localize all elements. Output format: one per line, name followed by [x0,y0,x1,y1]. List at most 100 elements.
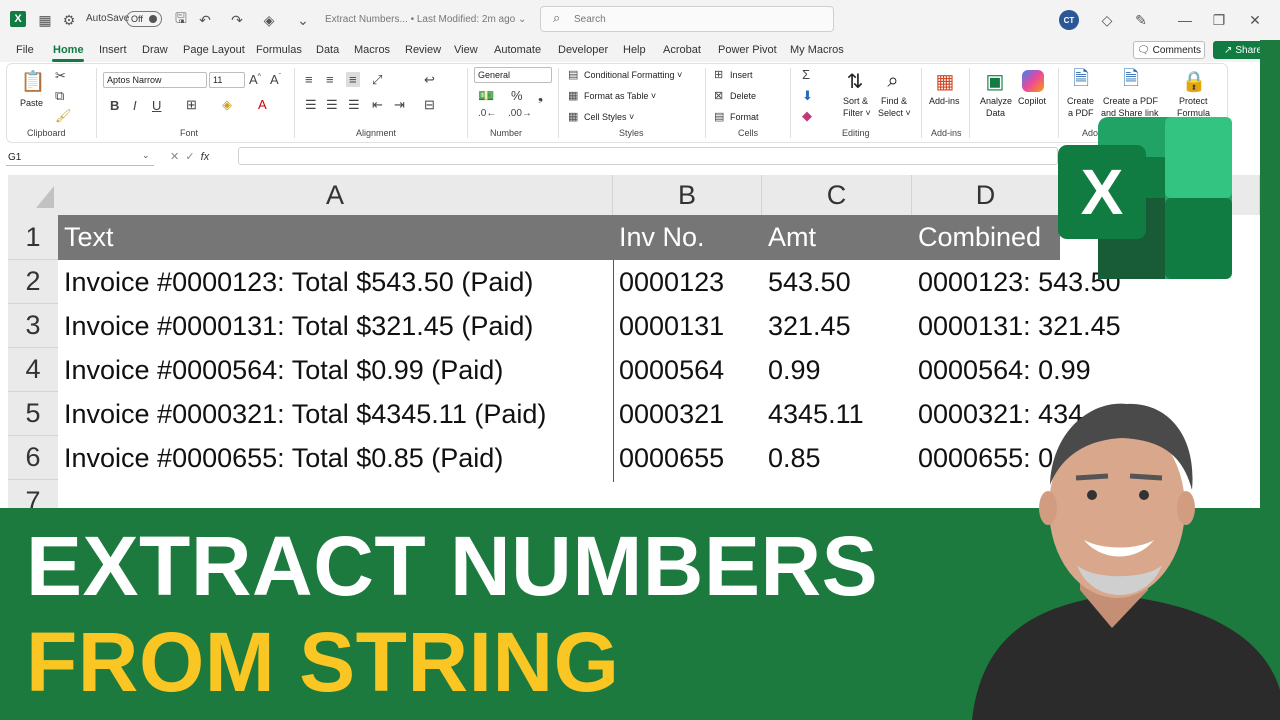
find-select-label-1[interactable]: Find & [881,96,907,106]
column-header-a[interactable]: A [58,175,613,215]
name-box[interactable]: G1 [6,149,154,166]
protect-label-1[interactable]: Protect [1179,96,1208,106]
table-cell[interactable]: 543.50 [768,260,851,304]
decrease-indent-icon[interactable]: ⇤ [372,97,383,113]
header-cell-combined[interactable]: Combined [918,215,1041,260]
sort-filter-label-1[interactable]: Sort & [843,96,868,106]
table-cell[interactable]: 0000655 [619,436,724,480]
share-link-icon[interactable]: 🗎 [1118,68,1144,94]
grid-icon[interactable]: ▦ [36,11,54,29]
orientation-icon[interactable]: ⤢ [372,72,382,88]
table-cell[interactable]: 0000564: 0.99 [918,348,1091,392]
font-color-icon[interactable]: A [258,97,267,112]
analyze-label-1[interactable]: Analyze [980,96,1012,106]
restore-icon[interactable]: ❐ [1210,11,1228,29]
conditional-formatting-button[interactable]: Conditional Formatting ˅ [584,70,682,80]
comments-button[interactable]: 🗨 Comments [1133,41,1205,59]
bold-icon[interactable]: B [110,98,119,113]
insert-button[interactable]: Insert [730,70,753,80]
increase-decimal-icon[interactable]: .0← [478,108,496,119]
font-size-select[interactable]: 11 [209,72,245,88]
tab-help[interactable]: Help [623,44,646,56]
percent-icon[interactable]: % [511,88,523,103]
align-right-icon[interactable]: ☰ [348,97,360,113]
row-header-3[interactable]: 3 [8,304,58,348]
find-select-icon[interactable]: ⌕ [880,68,906,94]
copilot-label[interactable]: Copilot [1018,96,1046,106]
table-cell[interactable]: 4345.11 [768,392,864,436]
tab-power-pivot[interactable]: Power Pivot [718,44,777,56]
italic-icon[interactable]: I [133,98,137,113]
tab-view[interactable]: View [454,44,478,56]
settings-icon[interactable]: ⚙ [60,11,78,29]
format-painter-icon[interactable]: 🖌 [55,108,72,124]
table-cell[interactable]: 0.99 [768,348,821,392]
tab-developer[interactable]: Developer [558,44,608,56]
fill-down-icon[interactable]: ⬇ [802,88,813,104]
analyze-data-icon[interactable]: ▣ [982,68,1008,94]
autosave-toggle[interactable]: Off [126,11,162,27]
customize-toolbar-icon[interactable]: ⌄ [294,11,312,29]
header-cell-text[interactable]: Text [64,215,114,260]
create-pdf-icon[interactable]: 🗎 [1068,68,1094,94]
analyze-label-2[interactable]: Data [986,108,1005,118]
align-left-icon[interactable]: ☰ [305,97,317,113]
fill-color-icon[interactable]: ◈ [260,11,278,29]
font-name-select[interactable]: Aptos Narrow [103,72,207,88]
align-top-icon[interactable]: ≡ [305,72,313,87]
merge-center-icon[interactable]: ⊟ [424,97,435,113]
paste-label[interactable]: Paste [20,98,43,108]
tab-macros[interactable]: Macros [354,44,390,56]
table-cell[interactable]: 0000131 [619,304,724,348]
align-middle-icon[interactable]: ≡ [326,72,334,87]
sort-filter-icon[interactable]: ⇅ [842,68,868,94]
tab-formulas[interactable]: Formulas [256,44,302,56]
table-cell[interactable]: 0000123 [619,260,724,304]
tab-insert[interactable]: Insert [99,44,127,56]
table-cell[interactable]: 0000131: 321.45 [918,304,1121,348]
wrap-text-icon[interactable]: ↩ [424,72,435,88]
row-header-1[interactable]: 1 [8,215,58,260]
column-header-c[interactable]: C [762,175,912,215]
addins-button[interactable]: Add-ins [929,96,960,106]
tab-page-layout[interactable]: Page Layout [183,44,245,56]
tab-automate[interactable]: Automate [494,44,541,56]
align-center-icon[interactable]: ☰ [326,97,338,113]
sort-filter-label-2[interactable]: Filter ˅ [843,108,871,118]
tab-draw[interactable]: Draw [142,44,168,56]
lock-icon[interactable]: 🔒 [1181,68,1207,94]
copilot-icon[interactable] [1022,70,1044,92]
table-cell[interactable]: Invoice #0000321: Total $4345.11 (Paid) [64,392,546,436]
decrease-decimal-icon[interactable]: .00→ [508,108,532,119]
autosum-icon[interactable]: Σ [802,67,810,82]
tab-home[interactable]: Home [53,44,84,56]
increase-indent-icon[interactable]: ⇥ [394,97,405,113]
tab-data[interactable]: Data [316,44,339,56]
decrease-font-icon[interactable]: Aˇ [270,72,281,87]
table-cell[interactable]: 321.45 [768,304,851,348]
format-button[interactable]: Format [730,112,759,122]
fx-icon[interactable]: fx [201,151,210,163]
table-cell[interactable]: Invoice #0000564: Total $0.99 (Paid) [64,348,503,392]
document-title[interactable]: Extract Numbers... • Last Modified: 2m a… [325,14,526,25]
save-icon[interactable]: 🖫 [172,10,190,29]
tab-my-macros[interactable]: My Macros [790,44,844,56]
formula-input[interactable] [238,147,1058,165]
column-header-d[interactable]: D [912,175,1060,215]
table-cell[interactable]: 0000321 [619,392,724,436]
row-header-4[interactable]: 4 [8,348,58,392]
fill-color-icon[interactable]: ◈ [222,97,232,113]
align-bottom-icon[interactable]: ≡ [346,72,360,87]
table-cell[interactable]: Invoice #0000131: Total $321.45 (Paid) [64,304,533,348]
borders-icon[interactable]: ⊞ [186,97,197,113]
redo-icon[interactable]: ↷ [228,11,246,29]
increase-font-icon[interactable]: A^ [249,72,261,87]
cut-icon[interactable]: ✂ [55,68,66,84]
diamond-icon[interactable]: ◇ [1098,11,1116,29]
addins-icon[interactable]: ▦ [932,68,958,94]
cell-styles-button[interactable]: Cell Styles ˅ [584,112,634,122]
name-box-dropdown-icon[interactable]: ⌄ [142,150,150,161]
close-icon[interactable]: ✕ [1246,11,1264,29]
table-cell[interactable]: Invoice #0000655: Total $0.85 (Paid) [64,436,503,480]
comma-style-icon[interactable]: ❟ [538,88,543,104]
